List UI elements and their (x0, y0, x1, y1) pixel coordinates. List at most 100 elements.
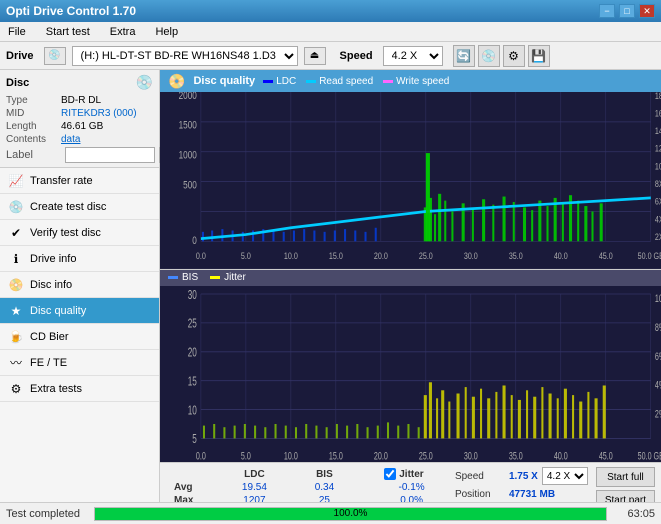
svg-text:20.0: 20.0 (374, 448, 388, 461)
svg-text:500: 500 (183, 179, 197, 191)
menu-help[interactable]: Help (151, 24, 182, 40)
legend-bis-label: BIS (182, 272, 198, 283)
sidebar-item-create-test-disc[interactable]: 💿 Create test disc (0, 194, 159, 220)
start-full-button[interactable]: Start full (596, 467, 655, 487)
legend-bis: BIS (168, 272, 198, 283)
disc-panel: Disc 💿 Type BD-R DL MID RITEKDR3 (000) L… (0, 70, 159, 168)
svg-text:15: 15 (188, 374, 197, 388)
svg-text:35.0: 35.0 (509, 448, 523, 461)
sidebar-item-drive-info[interactable]: ℹ Drive info (0, 246, 159, 272)
sidebar-item-verify-test-disc-label: Verify test disc (30, 227, 101, 239)
main-layout: Disc 💿 Type BD-R DL MID RITEKDR3 (000) L… (0, 70, 661, 524)
legend-read-speed-dot (306, 80, 316, 83)
sidebar-item-cd-bier[interactable]: 🍺 CD Bier (0, 324, 159, 350)
legend-write-speed-dot (383, 80, 393, 83)
svg-text:1000: 1000 (179, 149, 197, 161)
minimize-button[interactable]: − (599, 4, 615, 18)
drive-icon: 💿 (44, 47, 66, 65)
sidebar-item-transfer-rate[interactable]: 📈 Transfer rate (0, 168, 159, 194)
stats-position-value: 47731 MB (509, 489, 555, 500)
svg-text:15.0: 15.0 (329, 448, 343, 461)
legend-read-speed: Read speed (306, 76, 373, 87)
disc-quality-icon: ★ (8, 304, 24, 318)
disc-mid-value: RITEKDR3 (000) (61, 108, 137, 119)
menu-file[interactable]: File (4, 24, 30, 40)
sidebar-item-extra-tests[interactable]: ⚙ Extra tests (0, 376, 159, 402)
svg-text:20.0: 20.0 (374, 250, 388, 261)
svg-text:8%: 8% (655, 320, 661, 333)
stats-speed-label: Speed (455, 471, 505, 482)
sidebar-item-disc-info-label: Disc info (30, 279, 72, 291)
chart-bottom: 30 25 20 15 10 5 10% 8% 6% 4% 2% 0.0 5.0… (160, 286, 661, 463)
chart-top: 2000 1500 1000 500 0 18X 16X 14X 12X 10X… (160, 92, 661, 270)
disc-label-input[interactable] (65, 147, 155, 163)
svg-text:30: 30 (188, 288, 197, 302)
svg-text:30.0: 30.0 (464, 250, 478, 261)
stats-avg-ldc: 19.54 (216, 481, 293, 494)
svg-text:30.0: 30.0 (464, 448, 478, 461)
progress-container: 100.0% (94, 507, 607, 521)
svg-text:25.0: 25.0 (419, 250, 433, 261)
sidebar-item-disc-quality-label: Disc quality (30, 305, 86, 317)
svg-text:25.0: 25.0 (419, 448, 433, 461)
disc-label-row: Label 🔍 (6, 147, 153, 163)
drivebar: Drive 💿 (H:) HL-DT-ST BD-RE WH16NS48 1.D… (0, 42, 661, 70)
sidebar-item-extra-tests-label: Extra tests (30, 383, 82, 395)
sidebar-item-create-test-disc-label: Create test disc (30, 201, 106, 213)
disc-panel-icon: 💿 (136, 74, 153, 91)
sidebar-item-disc-quality[interactable]: ★ Disc quality (0, 298, 159, 324)
disc-icon[interactable]: 💿 (478, 45, 500, 67)
svg-text:4%: 4% (655, 377, 661, 390)
sidebar-item-fe-te-label: FE / TE (30, 357, 67, 369)
stats-col-bis: BIS (293, 467, 356, 481)
chart-title: Disc quality (193, 75, 255, 87)
maximize-button[interactable]: □ (619, 4, 635, 18)
chart-header: 📀 Disc quality LDC Read speed Write spee… (160, 70, 661, 92)
sidebar-item-drive-info-label: Drive info (30, 253, 76, 265)
eject-icon[interactable]: ⏏ (304, 47, 326, 65)
svg-text:4X: 4X (655, 213, 661, 224)
svg-text:14X: 14X (655, 125, 661, 136)
stats-avg-label: Avg (166, 481, 216, 494)
legend-jitter-dot (210, 276, 220, 279)
disc-type-value: BD-R DL (61, 95, 101, 106)
legend-bis-dot (168, 276, 178, 279)
stats-speed-select[interactable]: 4.2 X (542, 467, 588, 485)
refresh-icon[interactable]: 🔄 (453, 45, 475, 67)
window-controls: − □ ✕ (599, 4, 655, 18)
disc-mid-row: MID RITEKDR3 (000) (6, 108, 153, 119)
svg-text:5.0: 5.0 (241, 448, 251, 461)
close-button[interactable]: ✕ (639, 4, 655, 18)
settings-icon[interactable]: ⚙ (503, 45, 525, 67)
svg-text:10X: 10X (655, 160, 661, 171)
svg-text:10.0: 10.0 (284, 448, 298, 461)
menu-extra[interactable]: Extra (106, 24, 140, 40)
disc-contents-value[interactable]: data (61, 134, 80, 145)
svg-text:10%: 10% (655, 291, 661, 304)
disc-type-label: Type (6, 95, 61, 106)
save-icon[interactable]: 💾 (528, 45, 550, 67)
jitter-checkbox[interactable] (384, 468, 396, 480)
sidebar-item-fe-te[interactable]: 〰 FE / TE (0, 350, 159, 376)
svg-text:20: 20 (188, 345, 197, 359)
svg-text:16X: 16X (655, 107, 661, 118)
cd-bier-icon: 🍺 (8, 330, 24, 344)
sidebar-item-transfer-rate-label: Transfer rate (30, 175, 93, 187)
stats-position-row: Position 47731 MB (455, 489, 588, 500)
drive-select[interactable]: (H:) HL-DT-ST BD-RE WH16NS48 1.D3 (72, 46, 298, 66)
sidebar-item-verify-test-disc[interactable]: ✔ Verify test disc (0, 220, 159, 246)
disc-length-row: Length 46.61 GB (6, 121, 153, 132)
svg-text:18X: 18X (655, 92, 661, 101)
stats-avg-empty (356, 481, 376, 494)
menu-start-test[interactable]: Start test (42, 24, 94, 40)
sidebar-menu: 📈 Transfer rate 💿 Create test disc ✔ Ver… (0, 168, 159, 502)
charts-container: 2000 1500 1000 500 0 18X 16X 14X 12X 10X… (160, 92, 661, 462)
drive-label: Drive (6, 50, 34, 62)
sidebar-item-disc-info[interactable]: 📀 Disc info (0, 272, 159, 298)
speed-select[interactable]: 4.2 X (383, 46, 443, 66)
svg-text:45.0: 45.0 (599, 250, 613, 261)
svg-text:5.0: 5.0 (241, 250, 251, 261)
disc-type-row: Type BD-R DL (6, 95, 153, 106)
sidebar-item-cd-bier-label: CD Bier (30, 331, 69, 343)
fe-te-icon: 〰 (8, 354, 24, 371)
